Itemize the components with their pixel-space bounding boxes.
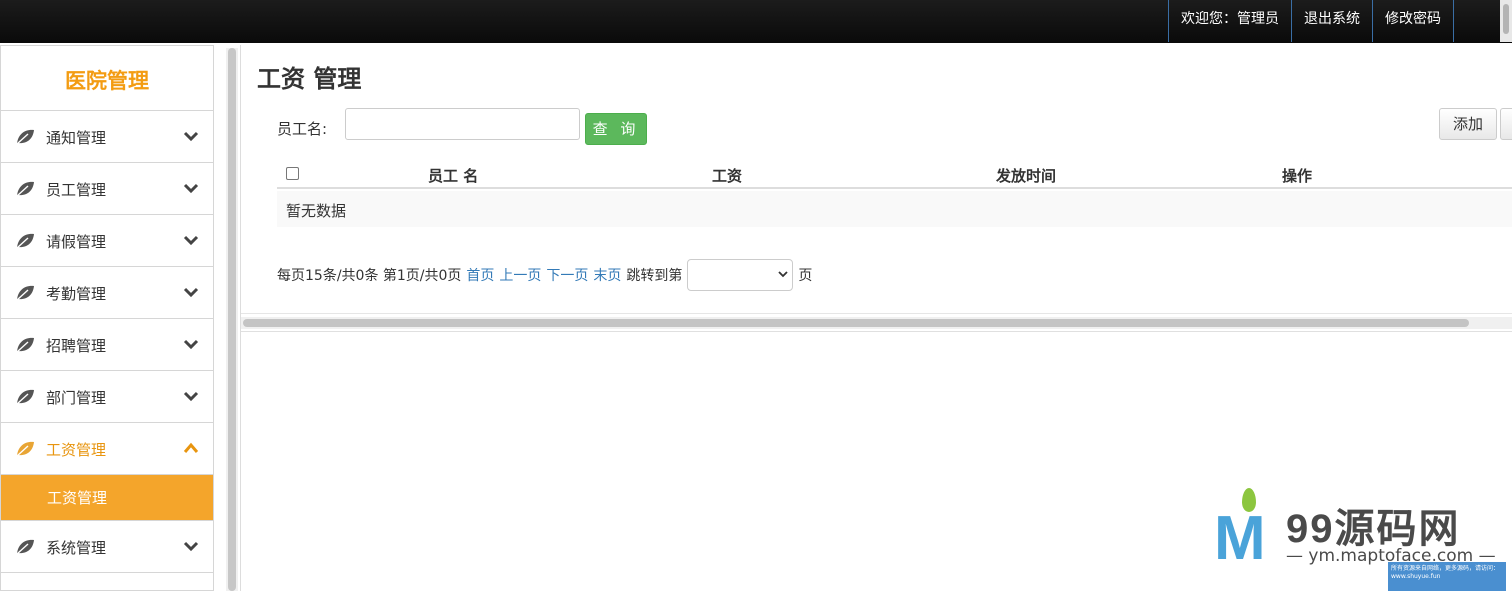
query-button[interactable]: 查 询 — [585, 113, 647, 145]
sidebar-menu: 通知管理 员工管理 请假管理 考勤管理 招聘管理 部门管理 工资管理 工资管理 系统管理 — [1, 111, 213, 573]
submenu-item-salary[interactable]: 工资管理 — [1, 475, 213, 521]
chevron-down-icon — [183, 337, 199, 351]
sidebar-item[interactable]: 部门管理 — [1, 371, 213, 423]
leaf-icon — [15, 538, 35, 556]
watermark-box: 所有资源来自网络，更多源码，请访问：www.shuyue.fun — [1388, 562, 1506, 591]
sidebar-item[interactable]: 员工管理 — [1, 163, 213, 215]
sidebar-item-label: 员工管理 — [46, 181, 107, 199]
column-header-employee: 员工 名 — [428, 167, 479, 185]
sidebar-item[interactable]: 考勤管理 — [1, 267, 213, 319]
search-label: 员工名: — [277, 120, 328, 138]
chevron-up-icon — [183, 441, 199, 455]
add-button[interactable]: 添加 — [1439, 108, 1497, 140]
sidebar-item-label: 通知管理 — [46, 129, 107, 147]
last-page-link[interactable]: 末页 — [593, 265, 621, 285]
page-title: 工资 管理 — [257, 65, 362, 93]
watermark-logo: M — [1214, 504, 1266, 573]
column-header-actions: 操作 — [1282, 167, 1313, 185]
leaf-icon — [15, 388, 35, 406]
leaf-icon — [15, 232, 35, 250]
watermark: M 99源码网 — ym.maptoface.com — 所有资源来自网络，更多… — [1212, 486, 1512, 591]
leaf-icon — [15, 284, 35, 302]
sidebar-item[interactable]: 招聘管理 — [1, 319, 213, 371]
employee-name-input[interactable] — [345, 108, 580, 140]
window-scrollbar[interactable] — [1500, 0, 1512, 42]
chevron-down-icon — [183, 389, 199, 403]
chevron-down-icon — [183, 539, 199, 553]
chevron-down-icon — [778, 271, 789, 278]
page-select[interactable] — [687, 259, 794, 291]
sidebar-item[interactable]: 通知管理 — [1, 111, 213, 163]
leaf-icon — [15, 336, 35, 354]
table-header: 员工 名 工资 发放时间 操作 — [277, 149, 1512, 189]
pager-summary: 每页15条/共0条 第1页/共0页 — [277, 268, 462, 284]
sidebar-item[interactable]: 系统管理 — [1, 521, 213, 573]
table-empty-row: 暂无数据 — [277, 191, 1512, 227]
prev-page-link[interactable]: 上一页 — [499, 265, 541, 285]
page-suffix: 页 — [798, 268, 813, 284]
sidebar-item[interactable]: 请假管理 — [1, 215, 213, 267]
sidebar-item-label: 系统管理 — [46, 539, 107, 557]
sidebar-item-label: 工资管理 — [46, 441, 107, 459]
chevron-down-icon — [183, 233, 199, 247]
sidebar-item-label: 考勤管理 — [46, 285, 107, 303]
leaf-icon — [15, 440, 35, 458]
jump-label: 跳转到第 — [626, 268, 683, 284]
divider — [241, 331, 1512, 332]
change-password-link[interactable]: 修改密码 — [1372, 0, 1454, 42]
column-header-salary: 工资 — [712, 167, 743, 185]
chevron-down-icon — [183, 285, 199, 299]
sidebar-item-label: 部门管理 — [46, 389, 107, 407]
first-page-link[interactable]: 首页 — [466, 265, 494, 285]
sidebar-item[interactable]: 工资管理 — [1, 423, 213, 475]
welcome-text: 欢迎您：管理员 — [1168, 0, 1291, 42]
top-bar: 欢迎您：管理员 退出系统 修改密码 — [0, 0, 1512, 43]
more-button[interactable] — [1500, 108, 1512, 140]
next-page-link[interactable]: 下一页 — [546, 265, 588, 285]
leaf-icon — [15, 180, 35, 198]
chevron-down-icon — [183, 129, 199, 143]
chevron-down-icon — [183, 181, 199, 195]
empty-text: 暂无数据 — [286, 202, 347, 220]
leaf-icon — [15, 128, 35, 146]
sidebar: 医院管理 通知管理 员工管理 请假管理 考勤管理 招聘管理 部门管理 工资管理 工资管理 系统管… — [0, 45, 214, 591]
top-links: 欢迎您：管理员 退出系统 修改密码 — [1168, 0, 1454, 42]
sidebar-scrollbar[interactable] — [226, 48, 238, 591]
pagination: 每页15条/共0条 第1页/共0页 首页 上一页 下一页 末页 跳转到第 页 — [277, 259, 812, 291]
sidebar-item-label: 请假管理 — [46, 233, 107, 251]
horizontal-scrollbar[interactable] — [241, 317, 1512, 329]
logout-link[interactable]: 退出系统 — [1291, 0, 1372, 42]
column-header-date: 发放时间 — [996, 167, 1057, 185]
sidebar-item-label: 招聘管理 — [46, 337, 107, 355]
select-all-checkbox[interactable] — [286, 167, 299, 180]
sidebar-title: 医院管理 — [1, 45, 213, 111]
divider — [241, 313, 1512, 314]
